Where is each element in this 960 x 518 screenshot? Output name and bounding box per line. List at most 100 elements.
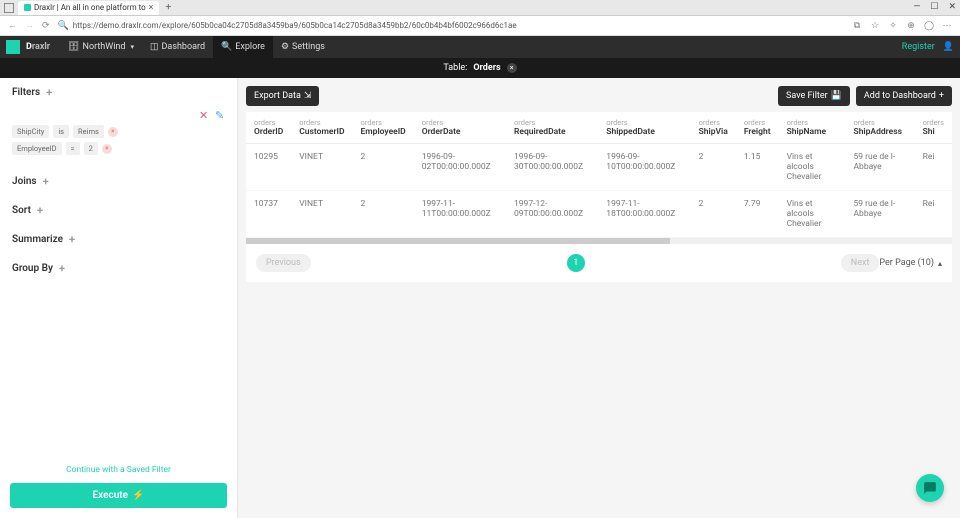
save-filter-button[interactable]: Save Filter 💾 bbox=[778, 86, 850, 106]
joins-section[interactable]: Joins + bbox=[0, 167, 237, 196]
tab-close-icon[interactable]: × bbox=[149, 3, 154, 13]
table-row[interactable]: 10737VINET21997-11-11T00:00:00.000Z1997-… bbox=[246, 191, 952, 238]
table-cell: Vins et alcools Chevalier bbox=[779, 191, 846, 238]
add-dashboard-button[interactable]: Add to Dashboard + bbox=[856, 86, 952, 106]
column-header[interactable]: ordersEmployeeID bbox=[352, 112, 413, 144]
browser-tab[interactable]: Draxlr | An all in one platform to × bbox=[18, 1, 159, 15]
edit-filter-icon[interactable]: ✎ bbox=[215, 109, 225, 119]
add-sort-icon[interactable]: + bbox=[37, 204, 43, 217]
column-header[interactable]: ordersShi bbox=[915, 112, 952, 144]
register-link[interactable]: Register bbox=[902, 42, 935, 52]
table-cell: 7.79 bbox=[736, 191, 779, 238]
table-cell: 10737 bbox=[246, 191, 291, 238]
table-cell: 2 bbox=[691, 191, 736, 238]
forward-icon[interactable]: → bbox=[25, 20, 34, 31]
column-header[interactable]: ordersShippedDate bbox=[598, 112, 690, 144]
bolt-icon: ⚡ bbox=[132, 490, 144, 501]
app-icon bbox=[4, 3, 14, 13]
column-header[interactable]: ordersRequiredDate bbox=[506, 112, 598, 144]
nav-dashboard[interactable]: ◫ Dashboard bbox=[142, 36, 213, 58]
column-header[interactable]: ordersFreight bbox=[736, 112, 779, 144]
table-name: Orders bbox=[473, 63, 500, 73]
saved-filter-link[interactable]: Continue with a Saved Filter bbox=[10, 465, 227, 475]
table-cell: 59 rue de l-Abbaye bbox=[846, 144, 915, 191]
database-icon: 🗄 bbox=[68, 42, 79, 52]
collections-icon[interactable]: ✧ bbox=[888, 21, 898, 31]
filters-section[interactable]: Filters + bbox=[0, 78, 237, 107]
table-cell: Rei bbox=[915, 144, 952, 191]
column-header[interactable]: ordersShipVia bbox=[691, 112, 736, 144]
nav-settings[interactable]: ⚙ Settings bbox=[273, 36, 333, 58]
next-button[interactable]: Next bbox=[841, 254, 880, 272]
clear-table-icon[interactable]: × bbox=[507, 63, 517, 73]
table-cell: 1996-09-30T00:00:00.000Z bbox=[506, 144, 598, 191]
table-cell: 59 rue de l-Abbaye bbox=[846, 191, 915, 238]
app-nav: Draxlr 🗄 NorthWind ◫ Dashboard 🔍 Explore… bbox=[0, 36, 960, 58]
sort-section[interactable]: Sort + bbox=[0, 196, 237, 225]
chip-delete-icon[interactable]: × bbox=[108, 127, 118, 137]
maximize-icon[interactable]: ☐ bbox=[930, 2, 938, 12]
tab-title: Draxlr | An all in one platform to bbox=[34, 3, 146, 12]
sidebar: Filters + ✕ ✎ ShipCity is Reims × Employ… bbox=[0, 78, 238, 518]
db-selector[interactable]: 🗄 NorthWind bbox=[60, 36, 142, 58]
table-cell: 10295 bbox=[246, 144, 291, 191]
dashboard-icon: ◫ bbox=[150, 42, 159, 52]
column-header[interactable]: ordersShipAddress bbox=[846, 112, 915, 144]
table-cell: 1997-11-11T00:00:00.000Z bbox=[414, 191, 506, 238]
logo-icon[interactable] bbox=[6, 40, 20, 54]
add-groupby-icon[interactable]: + bbox=[59, 262, 65, 275]
table-row[interactable]: 10295VINET21996-09-02T00:00:00.000Z1996-… bbox=[246, 144, 952, 191]
refresh-icon[interactable]: ⟳ bbox=[42, 21, 50, 31]
table-cell: 1996-09-02T00:00:00.000Z bbox=[414, 144, 506, 191]
new-tab-button[interactable]: + bbox=[165, 2, 171, 13]
prev-button[interactable]: Previous bbox=[256, 254, 311, 272]
user-icon[interactable]: 👤 bbox=[943, 42, 954, 52]
execute-button[interactable]: Execute ⚡ bbox=[10, 483, 227, 508]
chevron-down-icon bbox=[128, 42, 134, 52]
brand-text[interactable]: Draxlr bbox=[26, 42, 50, 52]
filter-chip-2[interactable]: EmployeeID = 2 × bbox=[12, 142, 225, 155]
scroll-thumb[interactable] bbox=[246, 238, 670, 244]
filter-chips: ✕ ✎ ShipCity is Reims × EmployeeID = 2 × bbox=[0, 107, 237, 167]
table-cell: 2 bbox=[352, 144, 413, 191]
horizontal-scrollbar[interactable] bbox=[246, 238, 952, 244]
column-header[interactable]: ordersShipName bbox=[779, 112, 846, 144]
profile-icon[interactable]: ◯ bbox=[924, 21, 934, 31]
add-filter-icon[interactable]: + bbox=[46, 86, 52, 99]
menu-icon[interactable]: ⋯ bbox=[942, 21, 952, 31]
column-header[interactable]: ordersCustomerID bbox=[291, 112, 352, 144]
table-cell: 1997-12-09T00:00:00.000Z bbox=[506, 191, 598, 238]
favorite-icon[interactable]: ☆ bbox=[870, 21, 880, 31]
table-cell: 2 bbox=[691, 144, 736, 191]
main-panel: Export Data ⇲ Save Filter 💾 Add to Dashb… bbox=[238, 78, 960, 518]
remove-filter-icon[interactable]: ✕ bbox=[199, 109, 209, 119]
download-icon: ⇲ bbox=[304, 91, 312, 101]
filter-chip-1[interactable]: ShipCity is Reims × bbox=[12, 125, 225, 138]
nav-explore[interactable]: 🔍 Explore bbox=[213, 36, 273, 58]
window-controls: — ☐ ✕ bbox=[913, 2, 956, 12]
per-page-selector[interactable]: Per Page (10) bbox=[879, 258, 942, 268]
minimize-icon[interactable]: — bbox=[913, 2, 920, 12]
chat-icon bbox=[923, 481, 937, 495]
summarize-section[interactable]: Summarize + bbox=[0, 225, 237, 254]
gear-icon: ⚙ bbox=[281, 42, 289, 52]
table-bar: Table: Orders × bbox=[0, 58, 960, 78]
close-icon[interactable]: ✕ bbox=[948, 2, 956, 12]
groupby-section[interactable]: Group By + bbox=[0, 254, 237, 283]
add-summarize-icon[interactable]: + bbox=[69, 233, 75, 246]
address-bar[interactable]: 🔍 https://demo.draxlr.com/explore/605b0c… bbox=[58, 21, 844, 31]
chip-delete-icon[interactable]: × bbox=[102, 144, 112, 154]
table-cell: VINET bbox=[291, 144, 352, 191]
extensions-icon[interactable]: ⊕ bbox=[906, 21, 916, 31]
page-number[interactable]: 1 bbox=[567, 254, 585, 272]
column-header[interactable]: ordersOrderID bbox=[246, 112, 291, 144]
chat-fab[interactable] bbox=[916, 474, 944, 502]
save-icon: 💾 bbox=[831, 91, 842, 101]
browser-tab-strip: Draxlr | An all in one platform to × + —… bbox=[0, 0, 960, 16]
add-join-icon[interactable]: + bbox=[43, 175, 49, 188]
column-header[interactable]: ordersOrderDate bbox=[414, 112, 506, 144]
back-icon[interactable]: ← bbox=[8, 20, 17, 31]
table-cell: 1997-11-18T00:00:00.000Z bbox=[598, 191, 690, 238]
reader-icon[interactable]: ⧉ bbox=[852, 21, 862, 31]
export-button[interactable]: Export Data ⇲ bbox=[246, 86, 319, 106]
